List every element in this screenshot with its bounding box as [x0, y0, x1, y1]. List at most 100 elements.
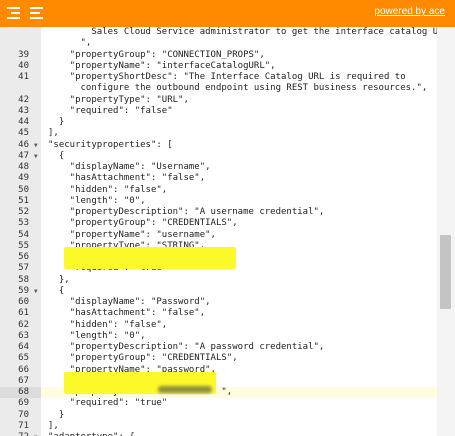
line-number-cell: 66	[0, 364, 41, 376]
code-text: "propertyShortDesc": "The Interface Cata…	[48, 72, 406, 82]
line-number-cell: 62	[0, 319, 41, 331]
line-number: 46	[18, 139, 29, 150]
line-number-cell: 65	[0, 353, 41, 365]
code-line[interactable]: 53 "propertyGroup": "CREDENTIALS",	[0, 218, 437, 230]
code-line[interactable]: 40 "propertyName": "interfaceCatalogURL"…	[0, 60, 437, 72]
code-line[interactable]: 69 "required": "true"	[0, 398, 437, 410]
code-text: ],	[48, 420, 59, 431]
powered-by-ace-link[interactable]: powered by ace	[374, 6, 445, 17]
code-line[interactable]: 58 },	[0, 274, 437, 286]
code-line[interactable]: configure the outbound endpoint using RE…	[0, 83, 437, 95]
code-text: "propertyType": "URL",	[48, 94, 189, 105]
code-text: "propertyGroup": "CONNECTION_PROPS",	[48, 49, 265, 60]
line-number: 44	[18, 117, 29, 127]
line-number-cell: 48	[0, 162, 41, 174]
line-number: 50	[18, 184, 29, 195]
code-text: "displayName": "Password",	[48, 297, 211, 307]
line-number: 57	[18, 263, 29, 274]
line-number: 56	[18, 252, 29, 262]
code-line[interactable]: 43 "required": "false"	[0, 105, 437, 117]
code-line[interactable]: 62 "hidden": "false",	[0, 319, 437, 331]
code-text: "required": "true"	[48, 398, 168, 409]
code-text: "length": "0",	[48, 195, 146, 206]
code-text: "propertyName": "interfaceCatalogURL",	[48, 60, 276, 71]
line-number: 72	[18, 432, 29, 436]
code-line[interactable]: 52 "propertyDescription": "A username cr…	[0, 207, 437, 219]
vertical-scrollbar[interactable]	[437, 27, 455, 436]
code-text: ],	[48, 128, 59, 139]
line-number: 65	[18, 353, 29, 364]
code-line[interactable]: 65 "propertyGroup": "CREDENTIALS",	[0, 353, 437, 365]
line-number-cell: 71	[0, 420, 41, 432]
highlight-username-value	[64, 247, 236, 269]
code-line[interactable]: 64 "propertyDescription": "A password cr…	[0, 342, 437, 354]
line-number-cell: 41	[0, 72, 41, 84]
code-line[interactable]: 60 "displayName": "Password",	[0, 297, 437, 309]
code-text: "hidden": "false",	[48, 319, 168, 330]
line-number-cell: 53	[0, 218, 41, 230]
scrollbar-thumb[interactable]	[440, 234, 451, 309]
code-line[interactable]: 42 "propertyType": "URL",	[0, 94, 437, 106]
code-text: "required": "false"	[48, 105, 173, 116]
line-number-cell: 70	[0, 409, 41, 421]
fold-toggle-icon[interactable]: ▼	[34, 140, 38, 151]
fold-toggle-icon[interactable]: ▼	[34, 286, 38, 297]
line-number-cell: 51	[0, 195, 41, 207]
line-number: 41	[18, 72, 29, 82]
code-line[interactable]: 46 ▼ "securityproperties": [	[0, 139, 437, 151]
line-number-cell: 63	[0, 330, 41, 342]
fold-toggle-icon[interactable]: ▼	[34, 432, 38, 436]
code-line[interactable]: 41 "propertyShortDesc": "The Interface C…	[0, 72, 437, 84]
line-number-cell: 58	[0, 274, 41, 286]
line-number-cell: 54	[0, 229, 41, 241]
line-number-cell: 50	[0, 184, 41, 196]
line-number: 68	[18, 387, 29, 397]
line-number: 47	[18, 150, 29, 161]
line-number: 55	[18, 240, 29, 251]
code-line[interactable]: ",	[0, 38, 437, 50]
code-line[interactable]: 51 "length": "0",	[0, 195, 437, 207]
line-number: 63	[18, 330, 29, 341]
line-number: 51	[18, 195, 29, 206]
code-line[interactable]: 39 "propertyGroup": "CONNECTION_PROPS",	[0, 49, 437, 61]
code-line[interactable]: 44 }	[0, 117, 437, 129]
fold-toggle-icon[interactable]: ▼	[34, 151, 38, 162]
code-text: }	[48, 409, 65, 420]
code-line[interactable]: 49 "hasAttachment": "false",	[0, 173, 437, 185]
code-editor[interactable]: Sales Cloud Service administrator to get…	[0, 27, 455, 436]
line-number: 58	[18, 274, 29, 285]
line-number: 45	[18, 128, 29, 139]
code-text: Sales Cloud Service administrator to get…	[48, 27, 455, 37]
code-line[interactable]: 72 ▼ "adaptertype": {	[0, 432, 437, 436]
code-line[interactable]: 50 "hidden": "false",	[0, 184, 437, 196]
code-line[interactable]: 70 }	[0, 409, 437, 421]
line-number: 61	[18, 308, 29, 319]
line-number: 43	[18, 105, 29, 116]
code-line[interactable]: 59 ▼ {	[0, 285, 437, 297]
code-line[interactable]: 63 "length": "0",	[0, 330, 437, 342]
line-number: 69	[18, 398, 29, 409]
code-line[interactable]: 54 "propertyName": "username",	[0, 229, 437, 241]
outdent-icon[interactable]	[7, 7, 20, 19]
code-text: "propertyGroup": "CREDENTIALS",	[48, 218, 238, 229]
code-line[interactable]: 48 "displayName": "Username",	[0, 162, 437, 174]
line-number: 64	[18, 342, 29, 352]
menu-icon[interactable]	[30, 7, 43, 19]
line-number: 52	[18, 207, 29, 217]
line-number-cell: 60	[0, 297, 41, 309]
code-line[interactable]: 45],	[0, 128, 437, 140]
code-line[interactable]: 71],	[0, 420, 437, 432]
line-number-cell: 61	[0, 308, 41, 320]
code-text: "securityproperties": [	[48, 139, 173, 150]
line-number-cell: 56	[0, 252, 41, 264]
line-number-cell: 64	[0, 342, 41, 354]
code-line[interactable]: 61 "hasAttachment": "false",	[0, 308, 437, 320]
line-number-cell: 47 ▼	[0, 150, 41, 162]
line-number: 71	[18, 420, 29, 431]
code-text: "hasAttachment": "false",	[48, 173, 206, 184]
line-number: 67	[18, 375, 29, 386]
code-line[interactable]: Sales Cloud Service administrator to get…	[0, 27, 454, 39]
line-number-cell: 43	[0, 105, 41, 117]
redacted-password	[158, 386, 212, 393]
code-line[interactable]: 47 ▼ {	[0, 150, 437, 162]
